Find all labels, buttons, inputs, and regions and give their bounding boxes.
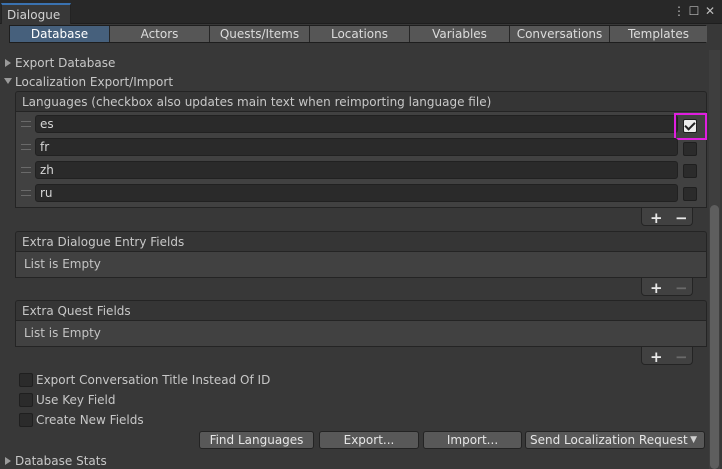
extra-quest-header-label: Extra Quest Fields [22, 304, 131, 318]
scrollbar-thumb[interactable] [710, 205, 719, 469]
remove-dialogue-field-button: − [675, 279, 688, 297]
maximize-icon[interactable]: ☐ [687, 4, 701, 18]
drag-handle-icon[interactable] [21, 144, 31, 150]
create-new-fields-checkbox[interactable] [19, 413, 33, 427]
add-language-button[interactable]: + [650, 211, 663, 226]
use-key-field-checkbox[interactable] [19, 393, 33, 407]
database-stats-foldout[interactable]: Database Stats [15, 453, 107, 469]
extra-quest-list: List is Empty [15, 321, 707, 347]
remove-language-button[interactable]: − [675, 211, 688, 226]
languages-header-label: Languages (checkbox also updates main te… [22, 95, 492, 109]
close-icon[interactable]: ✕ [703, 4, 717, 18]
languages-header: Languages (checkbox also updates main te… [15, 91, 707, 112]
language-field-es[interactable]: es [35, 115, 678, 133]
drag-handle-icon[interactable] [21, 121, 31, 127]
tab-locations[interactable]: Locations [310, 26, 410, 42]
tab-variables[interactable]: Variables [410, 26, 510, 42]
use-key-field-label: Use Key Field [36, 393, 116, 407]
extra-dialogue-header-label: Extra Dialogue Entry Fields [22, 235, 185, 249]
tab-templates[interactable]: Templates [610, 26, 707, 42]
tab-database[interactable]: Database [10, 26, 110, 42]
menu-icon[interactable]: ⋮ [672, 4, 686, 18]
language-checkbox-zh[interactable] [683, 164, 697, 178]
add-dialogue-field-button[interactable]: + [650, 281, 663, 296]
language-checkbox-es[interactable] [683, 119, 697, 133]
remove-quest-field-button: − [675, 348, 688, 366]
window-title: Dialogue [7, 8, 61, 22]
extra-dialogue-header: Extra Dialogue Entry Fields [15, 231, 707, 252]
export-title-label: Export Conversation Title Instead Of ID [36, 373, 271, 387]
send-localization-dropdown[interactable]: Send Localization Request ▼ [525, 431, 705, 449]
import-button[interactable]: Import... [423, 431, 522, 449]
language-field-fr[interactable]: fr [35, 138, 678, 156]
send-localization-label: Send Localization Request [530, 433, 688, 447]
empty-list-label: List is Empty [24, 257, 101, 271]
chevron-down-icon: ▼ [690, 435, 697, 445]
language-field-ru[interactable]: ru [35, 184, 678, 202]
editor-tabs: Database Actors Quests/Items Locations V… [9, 25, 707, 43]
expand-arrow-icon[interactable] [5, 59, 11, 67]
create-new-fields-label: Create New Fields [36, 413, 144, 427]
extra-quest-header: Extra Quest Fields [15, 300, 707, 321]
language-field-zh[interactable]: zh [35, 161, 678, 179]
language-checkbox-fr[interactable] [683, 142, 697, 156]
empty-list-label: List is Empty [24, 326, 101, 340]
export-database-foldout[interactable]: Export Database [15, 55, 115, 71]
find-languages-button[interactable]: Find Languages [199, 431, 314, 449]
collapse-arrow-icon[interactable] [4, 78, 12, 84]
language-checkbox-ru[interactable] [683, 187, 697, 201]
localization-foldout[interactable]: Localization Export/Import [15, 74, 173, 90]
tab-actors[interactable]: Actors [110, 26, 210, 42]
drag-handle-icon[interactable] [21, 190, 31, 196]
tab-conversations[interactable]: Conversations [510, 26, 610, 42]
tab-quests-items[interactable]: Quests/Items [210, 26, 310, 42]
export-title-checkbox[interactable] [19, 373, 33, 387]
drag-handle-icon[interactable] [21, 167, 31, 173]
expand-arrow-icon[interactable] [5, 457, 11, 465]
add-quest-field-button[interactable]: + [650, 350, 663, 365]
window-tab[interactable]: Dialogue [1, 3, 71, 24]
window-titlebar [0, 0, 722, 24]
extra-dialogue-list: List is Empty [15, 252, 707, 278]
export-button[interactable]: Export... [319, 431, 419, 449]
